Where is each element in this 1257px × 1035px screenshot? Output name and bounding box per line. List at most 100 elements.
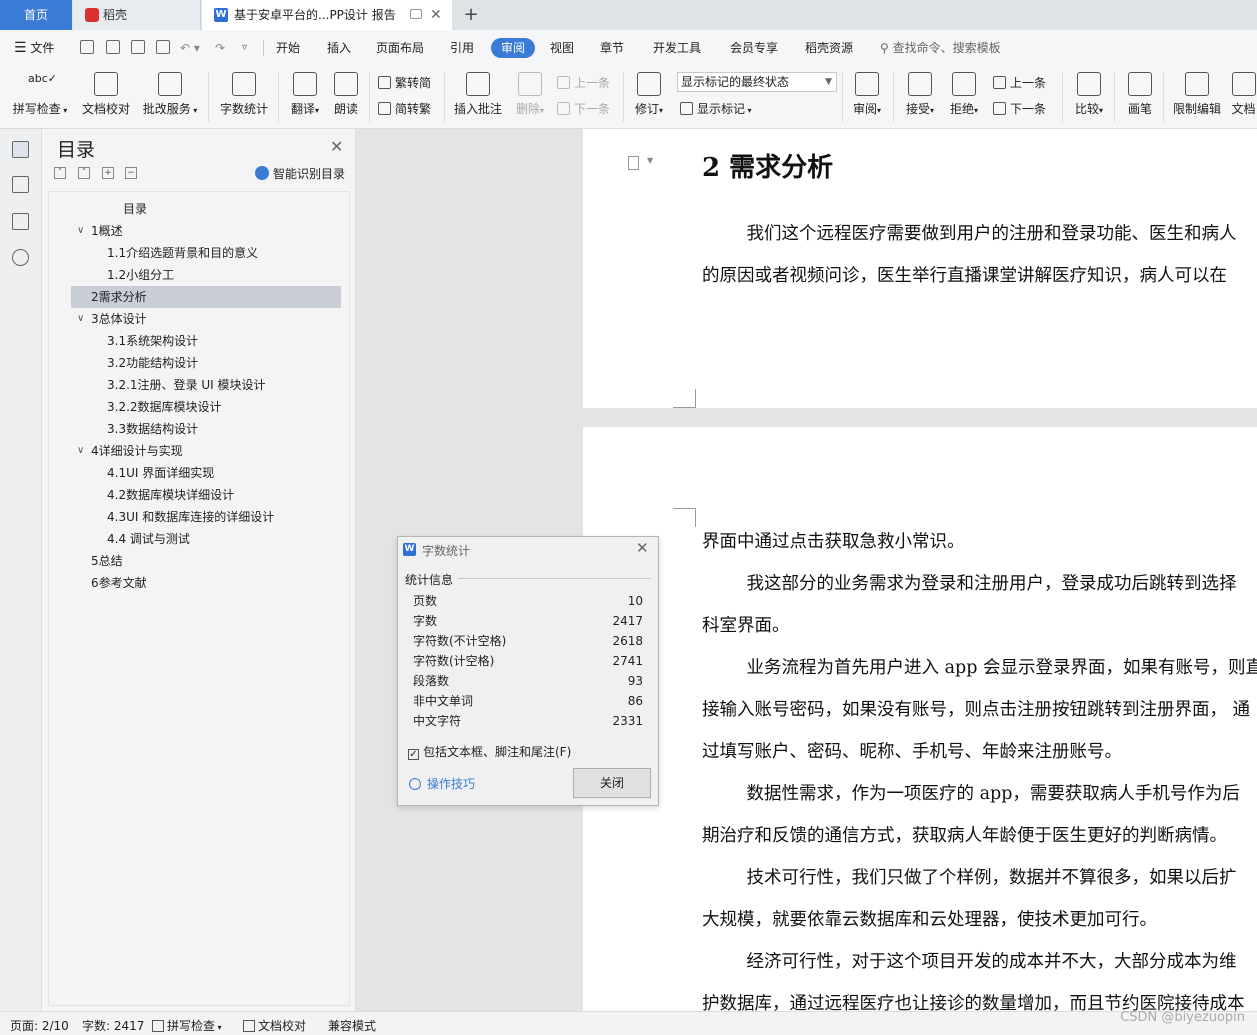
expand-all-icon[interactable]: ˅ <box>54 167 66 179</box>
chevron-down-icon[interactable]: ∨ <box>77 308 84 330</box>
status-spellcheck[interactable]: 拼写检查 ▾ <box>152 1017 222 1034</box>
menu-view[interactable]: 视图 <box>550 38 574 58</box>
translate-button[interactable]: 翻译▾ <box>287 72 323 117</box>
toc-item[interactable]: ∨ 1概述 <box>49 220 349 242</box>
word-count-button[interactable]: 字数统计 <box>218 72 270 117</box>
insert-comment-button[interactable]: 插入批注 <box>452 72 504 117</box>
menu-developer[interactable]: 开发工具 <box>653 38 701 58</box>
quick-access-dropdown-icon[interactable]: ▿ <box>242 38 247 58</box>
close-icon[interactable]: ✕ <box>330 137 343 156</box>
smart-toc-button[interactable]: 智能识别目录 <box>255 165 345 182</box>
tips-link[interactable]: 操作技巧 <box>409 775 475 792</box>
redo-icon[interactable]: ↷ <box>215 38 225 58</box>
menu-insert[interactable]: 插入 <box>327 38 351 58</box>
delete-comment-button[interactable]: 删除▾ <box>511 72 549 117</box>
next-change-button[interactable]: 下一条 <box>993 100 1046 117</box>
reject-change-button[interactable]: 拒绝▾ <box>946 72 982 117</box>
compare-button[interactable]: 比较▾ <box>1071 72 1107 117</box>
toc-item[interactable]: 6参考文献 <box>49 572 349 594</box>
review-pane-button[interactable]: 审阅▾ <box>849 72 885 117</box>
toc-item[interactable]: 3.1系统架构设计 <box>49 330 349 352</box>
word-count-indicator[interactable]: 字数: 2417 <box>82 1017 144 1034</box>
menu-daoke-resources[interactable]: 稻壳资源 <box>805 38 853 58</box>
prev-comment-button[interactable]: 上一条 <box>557 74 610 91</box>
prev-change-label: 上一条 <box>1010 76 1047 90</box>
chevron-down-icon[interactable]: ∨ <box>77 220 84 242</box>
save-icon[interactable] <box>80 40 94 54</box>
tab-document[interactable]: W 基于安卓平台的...PP设计 报告 ✕ <box>202 0 452 30</box>
toc-item[interactable]: 2需求分析 <box>71 286 341 308</box>
toc-item[interactable]: 4.3UI 和数据库连接的详细设计 <box>49 506 349 528</box>
close-button[interactable]: 关闭 <box>573 768 651 798</box>
toc-item[interactable]: 5总结 <box>49 550 349 572</box>
restrict-edit-button[interactable]: 限制编辑 <box>1172 72 1222 117</box>
tab-daoke[interactable]: 稻壳 <box>73 0 201 30</box>
menu-member[interactable]: 会员专享 <box>730 38 778 58</box>
menu-start[interactable]: 开始 <box>276 38 300 58</box>
next-comment-button[interactable]: 下一条 <box>557 100 610 117</box>
annotate-service-button[interactable]: 批改服务 ▾ <box>140 72 200 117</box>
toc-item[interactable]: ∨ 4详细设计与实现 <box>49 440 349 462</box>
toc-panel-icon[interactable] <box>12 141 29 158</box>
command-search[interactable]: ⚲ 查找命令、搜索模板 <box>880 38 1001 58</box>
toc-item[interactable]: 3.2.1注册、登录 UI 模块设计 <box>49 374 349 396</box>
status-doc-proof[interactable]: 文档校对 <box>243 1017 306 1034</box>
accept-change-button[interactable]: 接受▾ <box>902 72 938 117</box>
ribbon-divider <box>278 72 279 122</box>
pen-button[interactable]: 画笔 <box>1124 72 1156 117</box>
traditional-to-simplified-button[interactable]: 繁转简 <box>378 74 431 91</box>
print-icon[interactable] <box>131 40 145 54</box>
read-aloud-button[interactable]: 朗读 <box>331 72 361 117</box>
undo-icon[interactable]: ↶ ▾ <box>180 38 200 58</box>
include-textbox-checkbox[interactable]: ✓ 包括文本框、脚注和尾注(F) <box>408 743 571 760</box>
spellcheck-button[interactable]: abc✓ 拼写检查 ▾ <box>10 72 70 117</box>
bookmark-icon[interactable] <box>12 213 29 230</box>
chevron-down-icon[interactable]: ∨ <box>77 440 84 462</box>
toc-item-label: 4.2数据库模块详细设计 <box>107 488 235 502</box>
stat-label: 段落数 <box>413 674 450 688</box>
translate-label: 翻译 <box>290 102 315 116</box>
toc-item[interactable]: 1.2小组分工 <box>49 264 349 286</box>
toc-item[interactable]: ∨ 3总体设计 <box>49 308 349 330</box>
toc-item[interactable]: 3.2.2数据库模块设计 <box>49 396 349 418</box>
menu-page-layout[interactable]: 页面布局 <box>376 38 424 58</box>
toc-item[interactable]: 目录 <box>49 198 349 220</box>
track-changes-button[interactable]: 修订▾ <box>631 72 667 117</box>
doc-proof-button[interactable]: 文档校对 <box>80 72 132 117</box>
doc-permission-button[interactable]: 文档 <box>1230 72 1257 117</box>
menu-section[interactable]: 章节 <box>600 38 624 58</box>
file-menu[interactable]: ☰ 文件 <box>14 38 54 58</box>
document-icon[interactable] <box>628 156 639 170</box>
tab-home[interactable]: 首页 <box>0 0 72 30</box>
chapter-nav-icon[interactable] <box>12 176 29 193</box>
prev-change-button[interactable]: 上一条 <box>993 74 1046 91</box>
close-tab-icon[interactable]: ✕ <box>430 0 442 30</box>
new-tab-button[interactable]: + <box>456 0 486 30</box>
page-indicator[interactable]: 页面: 2/10 <box>10 1017 69 1034</box>
remove-heading-icon[interactable]: − <box>125 167 137 179</box>
toc-item[interactable]: 4.1UI 界面详细实现 <box>49 462 349 484</box>
spellcheck-icon: abc✓ <box>28 72 57 85</box>
search-icon[interactable] <box>12 249 29 266</box>
show-markup-button[interactable]: 显示标记 ▾ <box>680 100 752 117</box>
simplified-to-traditional-button[interactable]: 简转繁 <box>378 100 431 117</box>
toc-item[interactable]: 4.2数据库模块详细设计 <box>49 484 349 506</box>
export-pdf-icon[interactable] <box>106 40 120 54</box>
toc-item[interactable]: 1.1介绍选题背景和目的意义 <box>49 242 349 264</box>
float-window-icon[interactable] <box>410 9 422 19</box>
review-pane-icon <box>855 72 879 96</box>
toc-item[interactable]: 4.4 调试与测试 <box>49 528 349 550</box>
print-preview-icon[interactable] <box>156 40 170 54</box>
toc-item[interactable]: 3.2功能结构设计 <box>49 352 349 374</box>
toc-item[interactable]: 3.3数据结构设计 <box>49 418 349 440</box>
close-icon[interactable]: ✕ <box>636 539 649 557</box>
menu-review[interactable]: 审阅 <box>491 38 536 58</box>
ribbon-divider <box>1114 72 1115 122</box>
body-text-line: 技术可行性，我们只做了个样例，数据并不算很多，如果以后扩 <box>702 868 1237 888</box>
collapse-all-icon[interactable]: ˄ <box>78 167 90 179</box>
menu-references[interactable]: 引用 <box>450 38 474 58</box>
add-heading-icon[interactable]: + <box>102 167 114 179</box>
markup-state-select[interactable]: 显示标记的最终状态 ▼ <box>677 72 837 92</box>
chevron-down-icon[interactable]: ▼ <box>647 156 653 165</box>
status-spellcheck-label: 拼写检查 <box>167 1019 216 1033</box>
